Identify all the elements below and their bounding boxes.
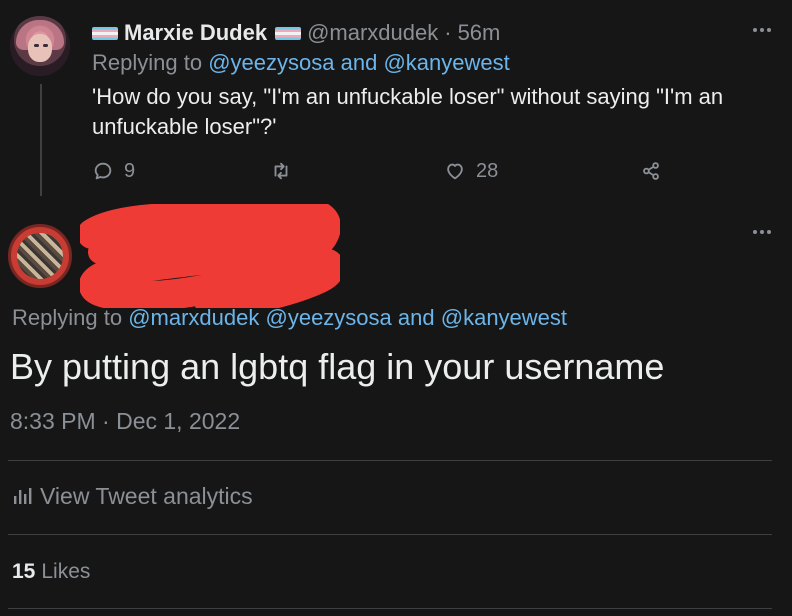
- separator-dot: ·: [444, 20, 452, 45]
- like-icon: [447, 163, 463, 180]
- replying-to-label: Replying to: [92, 50, 203, 75]
- tweet-time[interactable]: 56m: [458, 20, 501, 46]
- tweet-text: 'How do you say, "I'm an unfuckable lose…: [92, 84, 724, 139]
- trans-flag-emoji: [92, 26, 118, 40]
- trans-flag-emoji: [275, 26, 302, 40]
- reply-icon: [94, 162, 112, 180]
- likes-count-link[interactable]: 15 Likes: [12, 556, 90, 588]
- retweet-button[interactable]: [270, 156, 302, 186]
- retweet-icon: [274, 162, 288, 180]
- mention-link[interactable]: @kanyewest: [383, 50, 509, 75]
- view-analytics-link[interactable]: View Tweet analytics: [12, 480, 253, 512]
- divider: [8, 534, 772, 535]
- share-button[interactable]: [640, 156, 672, 186]
- likes-label: Likes: [41, 560, 91, 583]
- tweet-text: By putting an lgbtq flag in your usernam…: [10, 346, 665, 387]
- tweet-timestamp[interactable]: 8:33 PM · Dec 1, 2022: [10, 408, 240, 435]
- analytics-label: View Tweet analytics: [40, 482, 253, 509]
- likes-number: 15: [12, 560, 36, 583]
- share-icon: [643, 162, 659, 180]
- reply-button[interactable]: 9: [92, 156, 135, 186]
- replying-to-label: Replying to: [12, 305, 123, 330]
- more-icon[interactable]: [748, 20, 776, 40]
- more-icon[interactable]: [748, 222, 776, 242]
- redaction-scribble: [80, 204, 340, 308]
- divider: [8, 460, 772, 461]
- tweet-header: Marxie Dudek @marxdudek · 56m: [92, 20, 500, 46]
- like-count: 28: [476, 159, 499, 182]
- display-name[interactable]: Marxie Dudek: [124, 20, 267, 46]
- conjunction: and: [397, 305, 435, 330]
- replying-to: Replying to @marxdudek @yeezysosa and @k…: [12, 305, 567, 331]
- tweet-actions: 9 28: [92, 156, 682, 186]
- mention-link[interactable]: @kanyewest: [441, 305, 567, 330]
- reply-count: 9: [124, 159, 136, 182]
- mention-link[interactable]: @yeezysosa: [266, 305, 392, 330]
- thread-connector-line: [40, 84, 42, 196]
- replying-to: Replying to @yeezysosa and @kanyewest: [92, 50, 510, 76]
- like-button[interactable]: 28: [444, 156, 498, 186]
- avatar[interactable]: [10, 16, 70, 76]
- divider: [8, 608, 772, 609]
- analytics-icon: [14, 488, 32, 504]
- mention-link[interactable]: @yeezysosa: [208, 50, 334, 75]
- mention-link[interactable]: @marxdudek: [128, 305, 259, 330]
- avatar[interactable]: [8, 224, 72, 288]
- user-handle[interactable]: @marxdudek: [307, 20, 438, 46]
- conjunction: and: [340, 50, 378, 75]
- tweet-thread: Marxie Dudek @marxdudek · 56m Replying t…: [0, 0, 792, 616]
